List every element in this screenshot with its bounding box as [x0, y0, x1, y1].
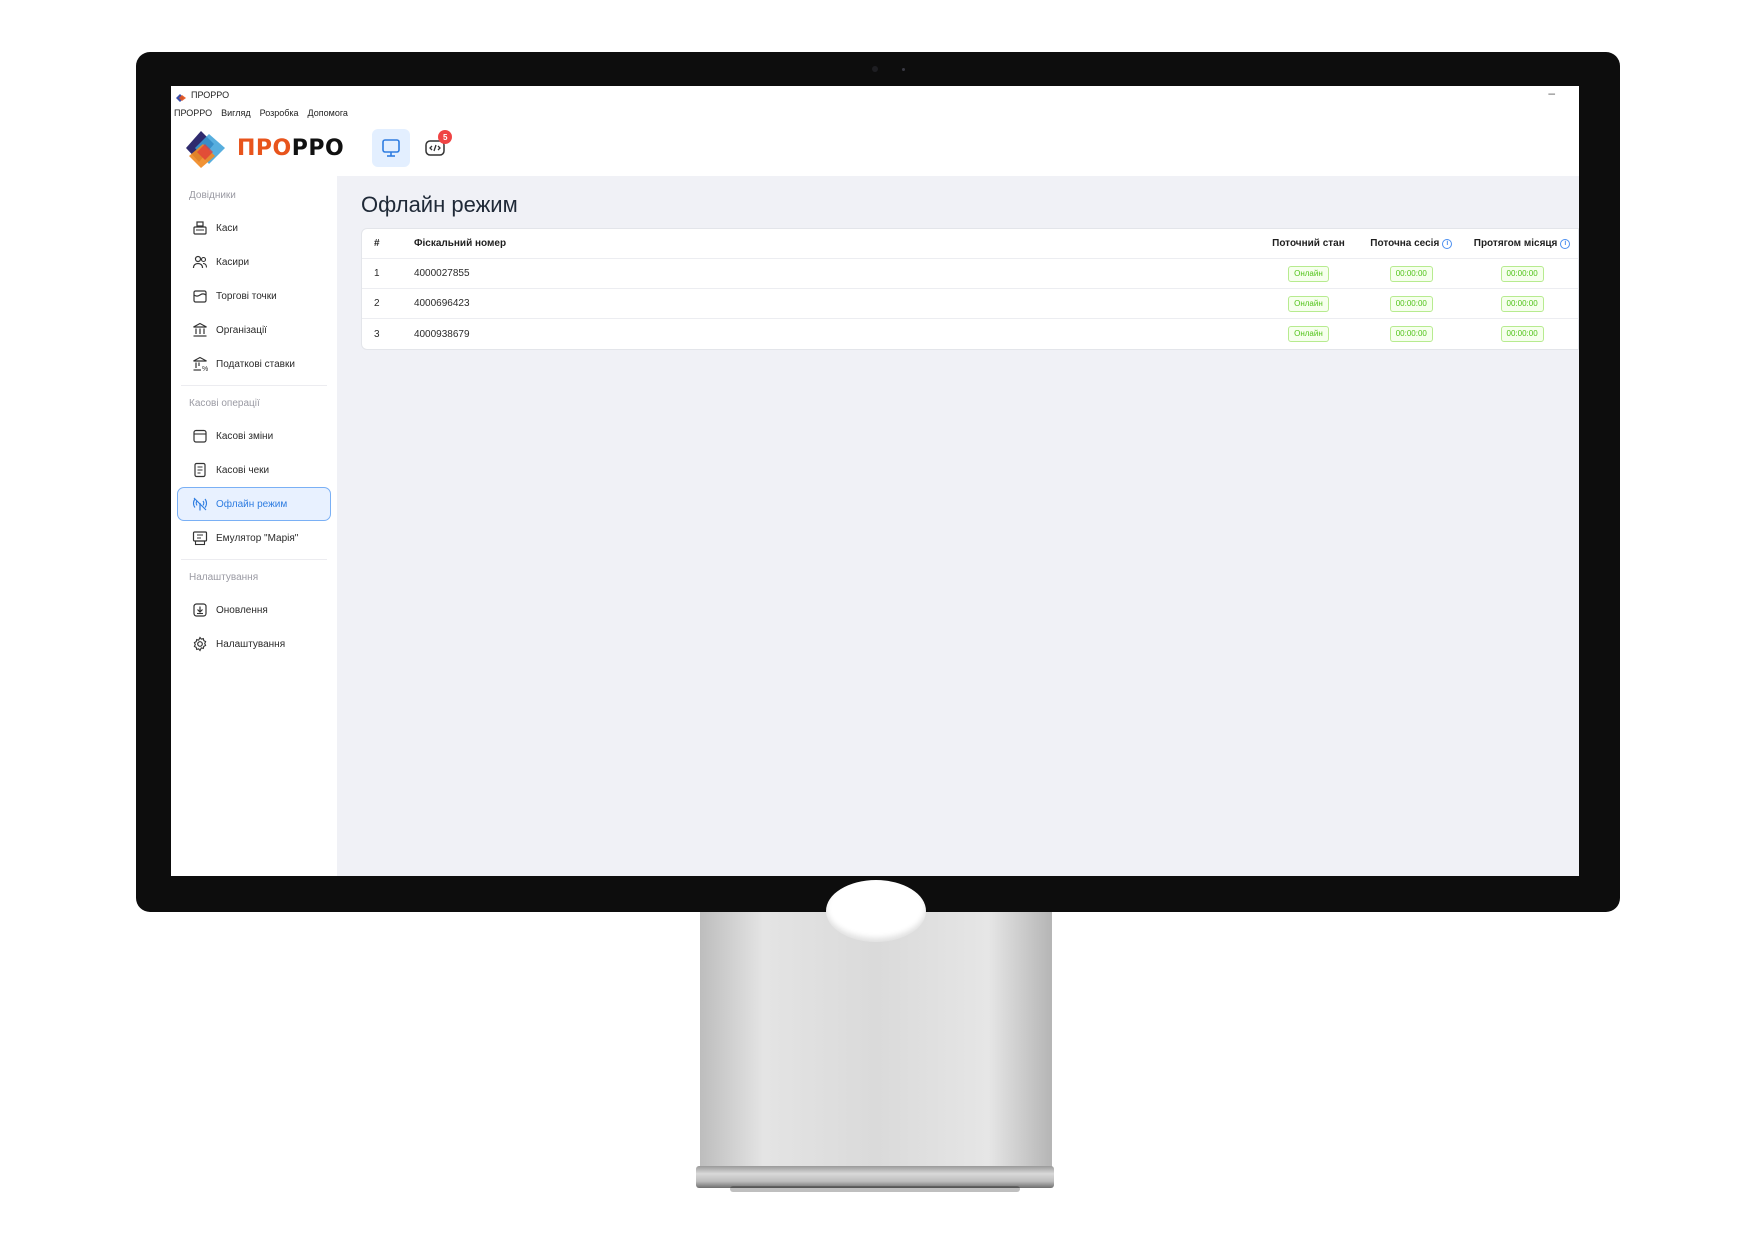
- cell-number: 3: [374, 328, 380, 340]
- cell-number: 1: [374, 268, 380, 279]
- page-title: Офлайн режим: [361, 192, 518, 217]
- app-window: ПРОРРО – ПРОРРО Вигляд Розробка Допомога…: [171, 86, 1579, 876]
- sidebar-item-shifts[interactable]: Касові зміни: [177, 419, 331, 453]
- store-icon: [193, 290, 207, 303]
- main-content: Офлайн режим # Фіскальний номер Поточний…: [337, 176, 1579, 876]
- camera-icon: [872, 66, 878, 72]
- cell-fiscal: 4000027855: [413, 268, 470, 279]
- calendar-icon: [193, 429, 207, 443]
- sidebar-item-label: Каси: [216, 222, 238, 234]
- tax-icon: %: [193, 356, 208, 372]
- sidebar-item-label: Податкові ставки: [216, 358, 295, 370]
- cell-number: 2: [374, 298, 380, 309]
- monitor-stand-base: [696, 1166, 1054, 1188]
- offline-table: # Фіскальний номер Поточний стан Поточна…: [361, 228, 1579, 350]
- sidebar-item-cashiers[interactable]: Касири: [177, 245, 331, 279]
- app-header: ПРОРРО 5: [171, 122, 1579, 174]
- cash-register-icon: [193, 221, 207, 235]
- sidebar-item-receipts[interactable]: Касові чеки: [177, 453, 331, 487]
- receipt-icon: [194, 462, 206, 478]
- sidebar-section-settings: Налаштування: [189, 572, 259, 583]
- sidebar-divider: [181, 385, 327, 386]
- sidebar-item-tax-rates[interactable]: % Податкові ставки: [177, 347, 331, 381]
- menu-item-view[interactable]: Вигляд: [221, 108, 251, 118]
- col-header-month: Протягом місяця i: [1466, 238, 1578, 249]
- table-header-row: # Фіскальний номер Поточний стан Поточна…: [362, 229, 1578, 259]
- session-time-badge: 00:00:00: [1389, 265, 1433, 282]
- cell-fiscal: 4000938679: [413, 328, 470, 340]
- cell-fiscal: 4000696423: [413, 298, 470, 309]
- sidebar-section-operations: Касові операції: [189, 398, 260, 409]
- info-icon[interactable]: i: [1442, 238, 1453, 249]
- col-header-number: #: [374, 238, 380, 249]
- status-badge: Онлайн: [1288, 326, 1329, 342]
- menu-item-prorro[interactable]: ПРОРРО: [174, 108, 212, 118]
- info-icon[interactable]: i: [1560, 238, 1571, 249]
- stand-cutout: [826, 880, 926, 942]
- menu-item-dev[interactable]: Розробка: [260, 108, 299, 118]
- menu-bar: ПРОРРО Вигляд Розробка Допомога: [171, 105, 348, 121]
- sidebar-item-label: Касові зміни: [216, 430, 274, 442]
- col-header-fiscal: Фіскальний номер: [413, 238, 507, 249]
- sidebar-item-label: Організації: [216, 324, 267, 336]
- stand-shadow: [730, 1186, 1020, 1192]
- session-time-badge: 00:00:00: [1389, 295, 1433, 312]
- gear-icon: [193, 636, 207, 652]
- logo-mark-icon: [186, 131, 225, 168]
- sidebar-item-updates[interactable]: Оновлення: [177, 593, 331, 627]
- notification-badge: 5: [438, 130, 453, 144]
- table-row[interactable]: 1 4000027855 Онлайн 00:00:00 00:00:00: [362, 259, 1578, 289]
- status-badge: Онлайн: [1288, 295, 1329, 312]
- sidebar-item-organizations[interactable]: Організації: [177, 313, 331, 347]
- sidebar-item-label: Касири: [216, 256, 250, 268]
- app-icon: [175, 90, 187, 102]
- sidebar-item-stores[interactable]: Торгові точки: [177, 279, 331, 313]
- table-row[interactable]: 2 4000696423 Онлайн 00:00:00 00:00:00: [362, 289, 1578, 319]
- developer-button[interactable]: 5: [416, 129, 454, 167]
- sidebar-item-label: Оновлення: [216, 604, 268, 616]
- session-time-badge: 00:00:00: [1389, 326, 1433, 342]
- svg-text:%: %: [202, 366, 208, 372]
- camera-sensor: [902, 68, 905, 71]
- sidebar-item-label: Налаштування: [216, 638, 286, 650]
- month-time-badge: 00:00:00: [1500, 265, 1544, 282]
- sidebar: Довідники Каси Касири Торгові точки Орга…: [171, 176, 337, 876]
- logo: ПРОРРО: [183, 126, 344, 170]
- window-title: ПРОРРО: [191, 90, 230, 100]
- col-header-session: Поточна сесія i: [1356, 238, 1466, 249]
- bank-icon: [193, 322, 207, 337]
- title-bar: ПРОРРО –: [171, 86, 1579, 104]
- download-icon: [193, 603, 207, 617]
- emulator-icon: [192, 531, 208, 546]
- sidebar-item-emulator[interactable]: Емулятор "Марія": [177, 521, 331, 555]
- month-time-badge: 00:00:00: [1500, 295, 1544, 312]
- sidebar-item-label: Емулятор "Марія": [216, 532, 299, 544]
- sidebar-item-label: Офлайн режим: [216, 498, 288, 510]
- monitor-mode-button[interactable]: [372, 129, 411, 167]
- users-icon: [192, 255, 208, 269]
- sidebar-item-settings[interactable]: Налаштування: [177, 627, 331, 661]
- sidebar-divider: [181, 559, 327, 560]
- sidebar-item-label: Касові чеки: [216, 464, 270, 476]
- menu-item-help[interactable]: Допомога: [308, 108, 348, 118]
- col-header-month-label: Протягом місяця: [1473, 238, 1558, 249]
- table-row[interactable]: 3 4000938679 Онлайн 00:00:00 00:00:00: [362, 319, 1578, 349]
- status-badge: Онлайн: [1288, 265, 1329, 282]
- sidebar-item-label: Торгові точки: [216, 290, 277, 302]
- logo-text: ПРОРРО: [237, 135, 345, 161]
- col-header-state: Поточний стан: [1272, 238, 1345, 249]
- monitor-icon: [382, 139, 401, 157]
- sidebar-item-cash-registers[interactable]: Каси: [177, 211, 331, 245]
- minimize-button[interactable]: –: [1548, 86, 1555, 100]
- offline-icon: [192, 497, 208, 511]
- sidebar-section-directories: Довідники: [189, 190, 236, 201]
- sidebar-item-offline-mode[interactable]: Офлайн режим: [177, 487, 331, 521]
- month-time-badge: 00:00:00: [1500, 326, 1544, 342]
- col-header-session-label: Поточна сесія: [1370, 238, 1440, 249]
- monitor-stand: [700, 912, 1052, 1172]
- app-body: Довідники Каси Касири Торгові точки Орга…: [171, 176, 1579, 876]
